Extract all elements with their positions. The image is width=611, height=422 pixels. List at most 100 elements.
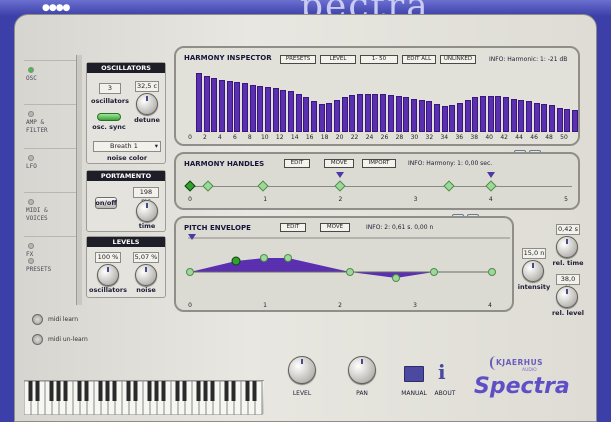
black-key[interactable] (231, 381, 236, 401)
black-key[interactable] (210, 381, 215, 401)
harmonic-bar[interactable] (203, 75, 210, 132)
black-key[interactable] (49, 381, 54, 401)
detune-knob[interactable] (136, 93, 158, 115)
intensity-knob[interactable] (522, 260, 544, 282)
harmonic-bar[interactable] (479, 96, 486, 132)
harmonic-bar[interactable] (242, 83, 249, 132)
move-button[interactable]: MOVE (320, 223, 350, 232)
black-key[interactable] (224, 381, 229, 401)
oscillator-count-field[interactable]: 3 (99, 83, 121, 94)
osc-level-knob[interactable] (97, 264, 119, 286)
sidebar-tab-amp-filter[interactable]: AMP & FILTER (24, 104, 76, 148)
harmonic-bar[interactable] (541, 103, 548, 132)
harmonic-bar[interactable] (426, 101, 433, 132)
import-button[interactable]: IMPORT (362, 159, 396, 168)
harmonic-bar[interactable] (234, 82, 241, 132)
harmonic-bar[interactable] (464, 100, 471, 132)
harmonic-bar[interactable] (510, 98, 517, 132)
piano-keyboard[interactable] (23, 380, 264, 416)
harmonic-bar[interactable] (487, 96, 494, 132)
harmonic-bar[interactable] (495, 96, 502, 132)
handle-marker-icon[interactable] (336, 172, 344, 178)
harmonic-bar[interactable] (272, 88, 279, 132)
harmonic-bar[interactable] (364, 93, 371, 132)
black-key[interactable] (84, 381, 89, 401)
presets-button[interactable]: PRESETS (280, 55, 316, 64)
harmonic-bar[interactable] (341, 97, 348, 132)
black-key[interactable] (112, 381, 117, 401)
midi-learn-button[interactable]: midi learn (32, 314, 78, 325)
harmonic-bar[interactable] (456, 102, 463, 132)
harmonic-bar[interactable] (249, 84, 256, 132)
noise-level-knob[interactable] (135, 264, 157, 286)
edit-all-button[interactable]: EDIT ALL (402, 55, 436, 64)
harmonic-bar[interactable] (410, 98, 417, 132)
black-key[interactable] (126, 381, 131, 401)
black-key[interactable] (63, 381, 68, 401)
harmonic-bar[interactable] (502, 97, 509, 132)
harmonic-bar[interactable] (226, 80, 233, 132)
harmonic-bar[interactable] (564, 108, 571, 132)
harmonic-bar[interactable] (395, 96, 402, 132)
rel-level-knob[interactable] (556, 286, 578, 308)
harmonic-bar[interactable] (219, 79, 226, 132)
harmonic-bar[interactable] (349, 94, 356, 132)
harmonic-bar[interactable] (334, 100, 341, 132)
edit-button[interactable]: EDIT (284, 159, 310, 168)
harmonic-bar[interactable] (318, 103, 325, 132)
envelope-point[interactable] (186, 268, 194, 276)
harmonic-bar[interactable] (518, 100, 525, 132)
black-key[interactable] (56, 381, 61, 401)
book-icon[interactable] (404, 366, 424, 382)
black-key[interactable] (196, 381, 201, 401)
sidebar-tab-lfo[interactable]: LFO (24, 148, 76, 192)
harmonic-bar[interactable] (372, 93, 379, 132)
harmonic-bar[interactable] (196, 73, 202, 132)
black-key[interactable] (161, 381, 166, 401)
harmonic-bar[interactable] (433, 103, 440, 132)
harmonic-bar[interactable] (472, 97, 479, 132)
rel-time-knob[interactable] (556, 236, 578, 258)
unlinked-button[interactable]: UNLINKED (440, 55, 476, 64)
black-key[interactable] (252, 381, 257, 401)
envelope-point[interactable] (488, 268, 496, 276)
harmonic-bar[interactable] (548, 105, 555, 132)
harmonic-bar[interactable] (449, 105, 456, 132)
harmonic-bar[interactable] (556, 107, 563, 132)
range-button[interactable]: 1- 50 (360, 55, 398, 64)
handle-marker-icon[interactable] (487, 172, 495, 178)
harmonic-bar[interactable] (357, 93, 364, 132)
harmonic-bar[interactable] (280, 89, 287, 132)
envelope-point-selected[interactable] (231, 256, 241, 266)
harmonic-bar[interactable] (211, 77, 218, 132)
harmonic-bar[interactable] (265, 87, 272, 132)
grip-dots[interactable]: ●●●● (42, 3, 70, 13)
harmonic-bar[interactable] (295, 93, 302, 132)
harmonic-bar[interactable] (525, 101, 532, 132)
sidebar-tab-osc[interactable]: OSC (24, 60, 76, 104)
sidebar-tab-presets[interactable]: PRESETS (24, 258, 76, 304)
envelope-point[interactable] (392, 274, 400, 282)
black-key[interactable] (175, 381, 180, 401)
black-key[interactable] (182, 381, 187, 401)
black-key[interactable] (203, 381, 208, 401)
black-key[interactable] (154, 381, 159, 401)
envelope-point[interactable] (430, 268, 438, 276)
black-key[interactable] (147, 381, 152, 401)
harmonic-bar[interactable] (387, 94, 394, 132)
black-key[interactable] (245, 381, 250, 401)
level-button[interactable]: LEVEL (320, 55, 356, 64)
envelope-point[interactable] (284, 254, 292, 262)
harmonic-bar[interactable] (572, 110, 578, 132)
harmonic-bar[interactable] (326, 102, 333, 132)
harmonic-bar[interactable] (533, 102, 540, 132)
harmonic-bars-chart[interactable] (192, 68, 578, 132)
portamento-time-knob[interactable] (136, 200, 158, 222)
harmonic-bar[interactable] (288, 91, 295, 132)
black-key[interactable] (77, 381, 82, 401)
harmonic-bar[interactable] (380, 93, 387, 132)
pitch-envelope-graph[interactable] (184, 232, 514, 302)
harmonic-bar[interactable] (311, 101, 318, 132)
black-key[interactable] (35, 381, 40, 401)
edit-button[interactable]: EDIT (280, 223, 306, 232)
